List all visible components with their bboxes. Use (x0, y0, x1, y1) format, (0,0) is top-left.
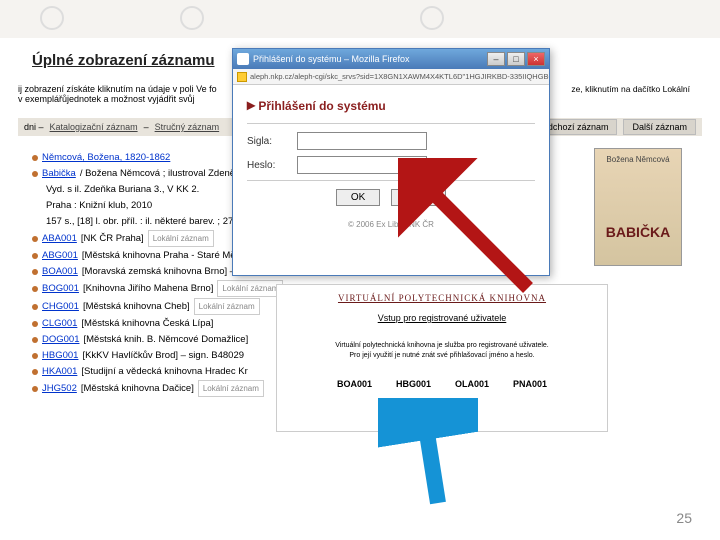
record-text: [Městská knihovna Česká Lípa] (81, 316, 213, 331)
record-link[interactable]: Němcová, Božena, 1820-1862 (42, 150, 170, 165)
heslo-input[interactable] (297, 156, 427, 174)
code-hbg: HBG001 (396, 379, 431, 389)
record-row: CLG001 [Městská knihovna Česká Lípa] (32, 316, 283, 331)
record-link[interactable]: BOG001 (42, 281, 79, 296)
local-record-badge[interactable]: Lokální záznam (217, 280, 283, 297)
bullet-icon (32, 337, 38, 343)
record-link[interactable]: ABG001 (42, 248, 78, 263)
ok-button[interactable]: OK (336, 189, 380, 206)
record-row: CHG001 [Městská knihovna Cheb] Lokální zá… (32, 298, 283, 315)
book-cover: Božena Němcová BABIČKA (594, 148, 682, 266)
record-link[interactable]: ABA001 (42, 231, 77, 246)
close-button[interactable]: × (527, 52, 545, 66)
bullet-icon (32, 269, 38, 275)
heslo-label: Heslo: (247, 160, 297, 171)
bullet-icon (32, 353, 38, 359)
record-row: JHG502 [Městská knihovna Dačice] Lokální … (32, 380, 283, 397)
vpk-box: VIRTUÁLNÍ POLYTECHNICKÁ KNIHOVNA Vstup p… (276, 284, 608, 432)
record-row: DOG001 [Městská knih. B. Němcové Domažli… (32, 332, 283, 347)
popup-footer: © 2006 Ex Libris NK ČR (247, 220, 535, 229)
record-text: [KkKV Havlíčkův Brod] – sign. B48029 (82, 348, 244, 363)
bullet-icon (32, 286, 38, 292)
page-title: Úplné zobrazení záznamu (32, 52, 215, 69)
login-heading: ▸ Přihlášení do systému (247, 95, 535, 115)
vpk-title: VIRTUÁLNÍ POLYTECHNICKÁ KNIHOVNA (287, 293, 597, 303)
address-bar[interactable]: aleph.nkp.cz/aleph-cgi/skc_srvs?sid=1X8G… (233, 69, 549, 85)
record-row: HKA001 [Studijní a vědecká knihovna Hrad… (32, 364, 283, 379)
record-text: / Božena Němcová ; ilustroval Zdeněk B (80, 166, 249, 181)
bullet-icon (32, 304, 38, 310)
code-ola: OLA001 (455, 379, 489, 389)
bullet-icon (32, 171, 38, 177)
background-header (0, 0, 720, 38)
record-link[interactable]: Babička (42, 166, 76, 181)
record-link[interactable]: BOA001 (42, 264, 78, 279)
record-text: [Městská knih. B. Němcové Domažlice] (84, 332, 249, 347)
record-row: BOG001 [Knihovna Jiřího Mahena Brno] Loká… (32, 280, 283, 297)
login-popup: Přihlášení do systému – Mozilla Firefox … (232, 48, 550, 276)
book-author: Božena Němcová (595, 155, 681, 164)
gear-icon (40, 6, 64, 30)
intro-line1: ij zobrazení získáte kliknutím na údaje … (18, 84, 217, 94)
record-text: [Moravská zemská knihovna Brno] – sig (82, 264, 250, 279)
arrow-icon: ▸ (247, 97, 255, 114)
record-text: [NK ČR Praha] (81, 231, 144, 246)
gear-icon (420, 6, 444, 30)
maximize-button[interactable]: □ (507, 52, 525, 66)
breadcrumb-link-katalog[interactable]: Katalogizační záznam (50, 122, 138, 132)
record-link[interactable]: CHG001 (42, 299, 79, 314)
record-link[interactable]: JHG502 (42, 381, 77, 396)
local-record-badge[interactable]: Lokální záznam (148, 230, 214, 247)
record-text: [Městská knihovna Praha - Staré Město] (82, 248, 251, 263)
record-text: [Městská knihovna Cheb] (83, 299, 190, 314)
bullet-icon (32, 321, 38, 327)
next-record-button[interactable]: Další záznam (623, 119, 696, 135)
record-text: [Městská knihovna Dačice] (81, 381, 194, 396)
firefox-icon (237, 53, 249, 65)
bullet-icon (32, 369, 38, 375)
record-text: [Knihovna Jiřího Mahena Brno] (83, 281, 213, 296)
gear-icon (180, 6, 204, 30)
bullet-icon (32, 155, 38, 161)
intro-line2: v exemplářůjednotek a možnost vyjádřit s… (18, 94, 195, 104)
record-text: [Studijní a vědecká knihovna Hradec Kr (81, 364, 247, 379)
record-text: 157 s., [18] l. obr. příl. : il. některé… (46, 214, 249, 229)
intro-text: ij zobrazení získáte kliknutím na údaje … (18, 84, 217, 104)
bullet-icon (32, 386, 38, 392)
record-link[interactable]: DOG001 (42, 332, 80, 347)
record-link[interactable]: HBG001 (42, 348, 78, 363)
breadcrumb-link-strucny[interactable]: Stručný záznam (155, 122, 220, 132)
favicon-icon (237, 72, 247, 82)
vpk-entry-link[interactable]: Vstup pro registrované uživatele (287, 313, 597, 323)
sigla-input[interactable] (297, 132, 427, 150)
record-text: Praha : Knižní klub, 2010 (46, 198, 152, 213)
local-record-badge[interactable]: Lokální záznam (194, 298, 260, 315)
window-titlebar[interactable]: Přihlášení do systému – Mozilla Firefox … (233, 49, 549, 69)
bullet-icon (32, 236, 38, 242)
minimize-button[interactable]: – (487, 52, 505, 66)
url-text: aleph.nkp.cz/aleph-cgi/skc_srvs?sid=1X8G… (250, 72, 549, 81)
vpk-desc: Virtuální polytechnická knihovna je služ… (287, 341, 597, 361)
code-pna: PNA001 (513, 379, 547, 389)
intro-right: ze, kliknutím na dačítko Lokální (571, 84, 690, 94)
record-link[interactable]: HKA001 (42, 364, 77, 379)
bullet-icon (32, 253, 38, 259)
window-title: Přihlášení do systému – Mozilla Firefox (253, 54, 410, 64)
cancel-button[interactable]: Zrušit (391, 189, 446, 206)
record-row: HBG001 [KkKV Havlíčkův Brod] – sign. B48… (32, 348, 283, 363)
vpk-codes: BOA001 HBG001 OLA001 PNA001 (287, 379, 597, 389)
page-number: 25 (676, 510, 692, 526)
record-link[interactable]: CLG001 (42, 316, 77, 331)
local-record-badge[interactable]: Lokální záznam (198, 380, 264, 397)
record-text: Vyd. s il. Zdeňka Buriana 3., V KK 2. (46, 182, 199, 197)
book-title: BABIČKA (595, 224, 681, 240)
sigla-label: Sigla: (247, 136, 297, 147)
breadcrumb-prefix: dni – (24, 122, 44, 132)
code-boa: BOA001 (337, 379, 372, 389)
